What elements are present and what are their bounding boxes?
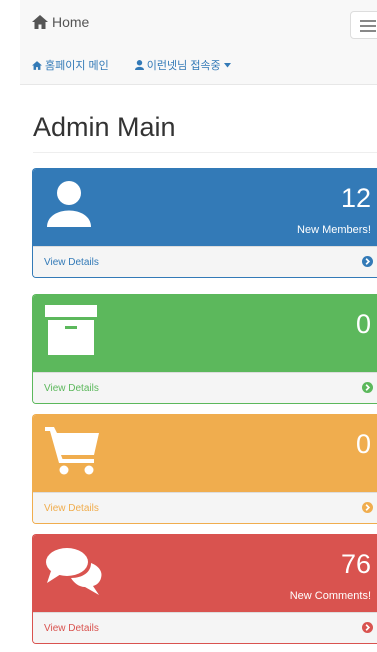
panel-heading: 76 New Comments! xyxy=(33,535,377,612)
user-dropdown[interactable]: 이런넷님 접속중 xyxy=(134,57,231,73)
user-icon xyxy=(47,181,91,227)
nav-links: 홈페이지 메인 이런넷님 접속중 xyxy=(32,57,231,73)
home-icon xyxy=(32,60,42,70)
view-details-link[interactable]: View Details xyxy=(33,246,377,277)
home-icon xyxy=(32,15,48,29)
panel-count: 76 xyxy=(340,549,371,579)
arrow-circle-right-icon xyxy=(362,622,373,633)
arrow-circle-right-icon xyxy=(362,382,373,393)
menu-toggle-button[interactable] xyxy=(350,11,377,39)
panel-count: 0 xyxy=(355,429,371,459)
panel-subtitle: New Members! xyxy=(297,224,371,236)
shopping-cart-icon xyxy=(45,427,99,475)
panel-subtitle: New Comments! xyxy=(289,590,371,602)
navbar-brand[interactable]: Home xyxy=(32,14,89,30)
caret-down-icon xyxy=(223,62,231,67)
view-details-link[interactable]: View Details xyxy=(33,492,377,523)
navbar: Home 홈페이지 메인 이런넷님 접속중 xyxy=(20,0,377,85)
panel-count: 0 xyxy=(355,309,371,339)
view-details-label: View Details xyxy=(44,383,99,394)
panel-archive: 0 View Details xyxy=(32,294,377,404)
title-divider xyxy=(33,152,377,153)
comments-icon xyxy=(46,548,102,595)
archive-icon xyxy=(45,305,97,355)
arrow-circle-right-icon xyxy=(362,256,373,267)
page-title: Admin Main xyxy=(33,112,176,142)
panel-heading: 0 xyxy=(33,415,377,492)
panel-members: 12 New Members! View Details xyxy=(32,168,377,278)
nav-link-label: 홈페이지 메인 xyxy=(45,60,109,72)
arrow-circle-right-icon xyxy=(362,502,373,513)
user-icon xyxy=(134,60,144,70)
panel-heading: 12 New Members! xyxy=(33,169,377,246)
nav-link-home-main[interactable]: 홈페이지 메인 xyxy=(32,57,109,73)
panel-heading: 0 xyxy=(33,295,377,372)
brand-label: Home xyxy=(52,14,90,30)
panel-orders: 0 View Details xyxy=(32,414,377,524)
view-details-link[interactable]: View Details xyxy=(33,372,377,403)
panel-comments: 76 New Comments! View Details xyxy=(32,534,377,644)
view-details-label: View Details xyxy=(44,257,99,268)
user-dropdown-label: 이런넷님 접속중 xyxy=(146,60,221,72)
view-details-label: View Details xyxy=(44,623,99,634)
view-details-label: View Details xyxy=(44,503,99,514)
view-details-link[interactable]: View Details xyxy=(33,612,377,643)
panel-count: 12 xyxy=(340,183,371,213)
